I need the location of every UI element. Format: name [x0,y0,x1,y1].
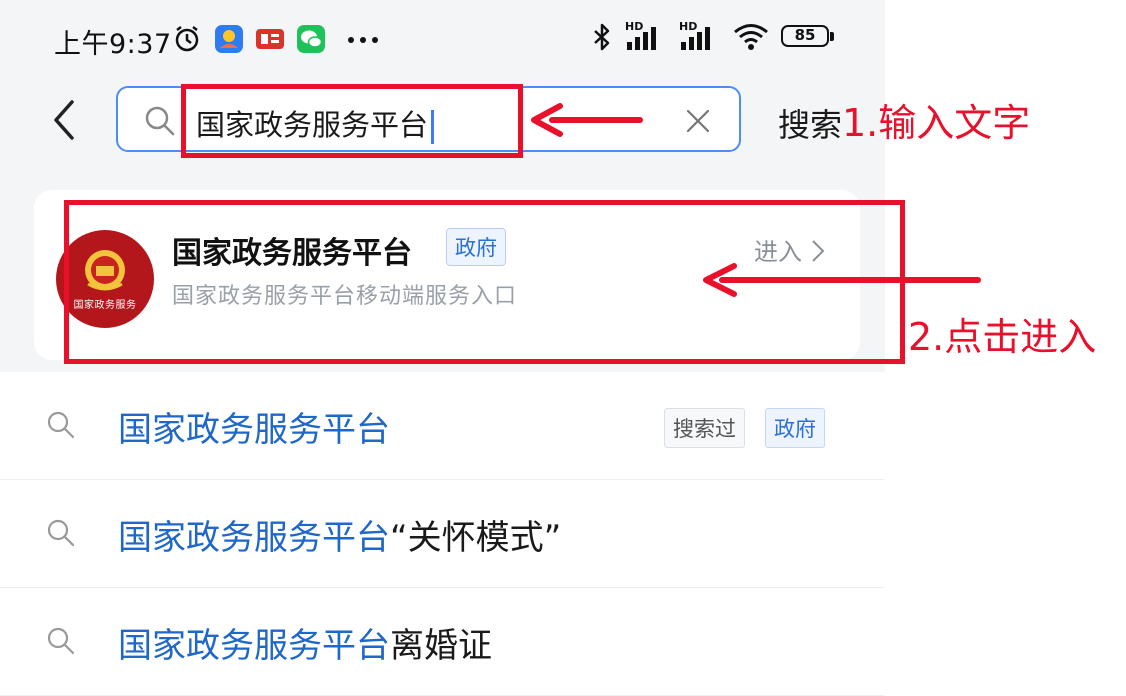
back-arrow-icon[interactable] [50,98,78,142]
bluetooth-icon [594,23,610,51]
suggestion-item[interactable]: 国家政务服务平台 搜索过 政府 [0,372,885,480]
app-notification-icon [215,25,243,53]
suggestion-text: 国家政务服务平台“关怀模式” [118,518,562,558]
search-button[interactable]: 搜索 [778,100,842,146]
suggestion-text: 国家政务服务平台离婚证 [118,626,492,666]
search-icon [145,106,175,136]
government-badge: 政府 [765,408,825,448]
status-bar: 上午9:37 HD HD 85 [0,0,885,78]
status-time: 上午9:37 [54,29,172,60]
alarm-clock-icon [175,26,199,52]
more-dots-icon [348,37,378,43]
wechat-icon [297,25,325,53]
annotation-step2: 2.点击进入 [908,315,1097,359]
annotation-box-search [181,84,523,158]
annotation-arrow-2-icon [703,263,981,297]
search-icon [47,519,75,547]
battery-level: 85 [794,26,816,44]
annotation-step1: 1.输入文字 [842,101,1031,145]
wifi-icon [734,24,768,50]
suggestion-list: 国家政务服务平台 搜索过 政府 国家政务服务平台“关怀模式” 国家政务服务平台离… [0,372,885,696]
annotation-arrow-1-icon [531,103,643,137]
searched-badge: 搜索过 [664,408,745,448]
cell-signal-1-icon: HD [625,20,667,52]
news-app-icon [256,29,284,49]
suggestion-item[interactable]: 国家政务服务平台离婚证 [0,588,885,696]
search-icon [47,627,75,655]
suggestion-item[interactable]: 国家政务服务平台“关怀模式” [0,480,885,588]
clear-icon[interactable] [685,108,711,134]
search-icon [47,411,75,439]
battery-icon: 85 [781,24,837,50]
cell-signal-2-icon: HD [679,20,721,52]
suggestion-text: 国家政务服务平台 [118,410,390,450]
